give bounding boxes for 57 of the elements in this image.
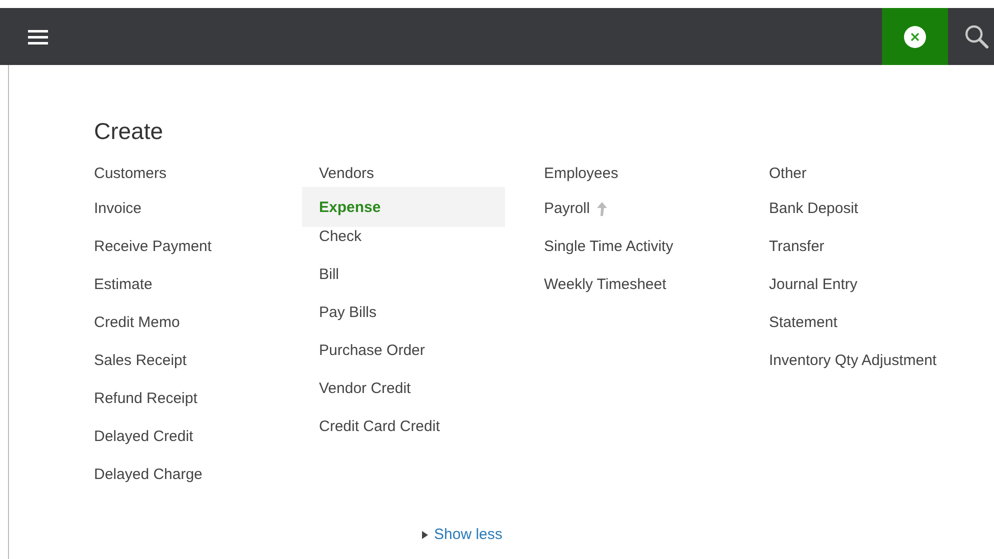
menu-item[interactable]: Invoice bbox=[77, 197, 280, 235]
menu-item-label: Bill bbox=[319, 265, 340, 284]
menu-item[interactable]: Credit Card Credit bbox=[302, 415, 505, 453]
menu-item[interactable]: Credit Memo bbox=[77, 311, 280, 349]
menu-item-label: Pay Bills bbox=[319, 303, 377, 322]
menu-item[interactable]: Purchase Order bbox=[302, 339, 505, 377]
menu-item-label: Receive Payment bbox=[94, 237, 212, 256]
show-less-link[interactable]: Show less bbox=[422, 526, 502, 543]
menu-item-label: Expense bbox=[319, 198, 381, 217]
menu-item[interactable]: Receive Payment bbox=[77, 235, 280, 273]
menu-item-label: Delayed Credit bbox=[94, 427, 194, 446]
menu-item[interactable]: Bank Deposit bbox=[752, 197, 955, 235]
menu-item[interactable]: Payroll bbox=[527, 197, 730, 235]
menu-item[interactable]: Expense bbox=[302, 187, 505, 227]
menu-item-label: Refund Receipt bbox=[94, 389, 198, 408]
column-heading: Employees bbox=[544, 165, 620, 182]
menu-item-label: Single Time Activity bbox=[544, 237, 674, 256]
menu-item-label: Credit Card Credit bbox=[319, 417, 440, 436]
menu-item[interactable]: Refund Receipt bbox=[77, 387, 280, 425]
close-tab[interactable] bbox=[882, 8, 948, 65]
menu-item-label: Estimate bbox=[94, 275, 152, 294]
panel-title: Create bbox=[93, 117, 164, 145]
menu-item-label: Bank Deposit bbox=[769, 199, 858, 218]
menu-item[interactable]: Weekly Timesheet bbox=[527, 273, 730, 311]
menu-item-label: Invoice bbox=[94, 199, 142, 218]
menu-item-label: Weekly Timesheet bbox=[544, 275, 666, 294]
menu-item[interactable]: Pay Bills bbox=[302, 301, 505, 339]
menu-item[interactable]: Journal Entry bbox=[752, 273, 955, 311]
menu-item-label: Statement bbox=[769, 313, 838, 332]
menu-item[interactable]: Bill bbox=[302, 263, 505, 301]
menu-item-label: Purchase Order bbox=[319, 341, 425, 360]
menu-item[interactable]: Vendor Credit bbox=[302, 377, 505, 415]
menu-item-label: Sales Receipt bbox=[94, 351, 187, 370]
menu-item[interactable]: Transfer bbox=[752, 235, 955, 273]
menu-icon[interactable] bbox=[28, 28, 48, 44]
menu-item[interactable]: Single Time Activity bbox=[527, 235, 730, 273]
menu-item-label: Payroll bbox=[544, 199, 590, 218]
menu-item-label: Transfer bbox=[769, 237, 824, 256]
caret-icon bbox=[422, 530, 428, 538]
menu-item[interactable]: Estimate bbox=[77, 273, 280, 311]
menu-item-label: Credit Memo bbox=[94, 313, 180, 332]
menu-item-label: Inventory Qty Adjustment bbox=[769, 351, 937, 370]
close-icon[interactable] bbox=[904, 26, 926, 48]
menu-item-label: Vendor Credit bbox=[319, 379, 411, 398]
menu-item-label: Check bbox=[319, 227, 362, 246]
menu-item[interactable]: Check bbox=[302, 225, 505, 263]
menu-item[interactable]: Statement bbox=[752, 311, 955, 349]
menu-item[interactable]: Delayed Charge bbox=[77, 463, 280, 501]
search-icon[interactable] bbox=[964, 24, 990, 50]
menu-item[interactable]: Delayed Credit bbox=[77, 425, 280, 463]
menu-item-label: Journal Entry bbox=[769, 275, 858, 294]
column-heading: Vendors bbox=[319, 165, 376, 182]
column-heading: Other bbox=[769, 165, 808, 182]
menu-item[interactable]: Sales Receipt bbox=[77, 349, 280, 387]
column-heading: Customers bbox=[94, 165, 168, 182]
menu-item[interactable]: Inventory Qty Adjustment bbox=[752, 349, 955, 387]
menu-item-label: Delayed Charge bbox=[94, 465, 202, 484]
